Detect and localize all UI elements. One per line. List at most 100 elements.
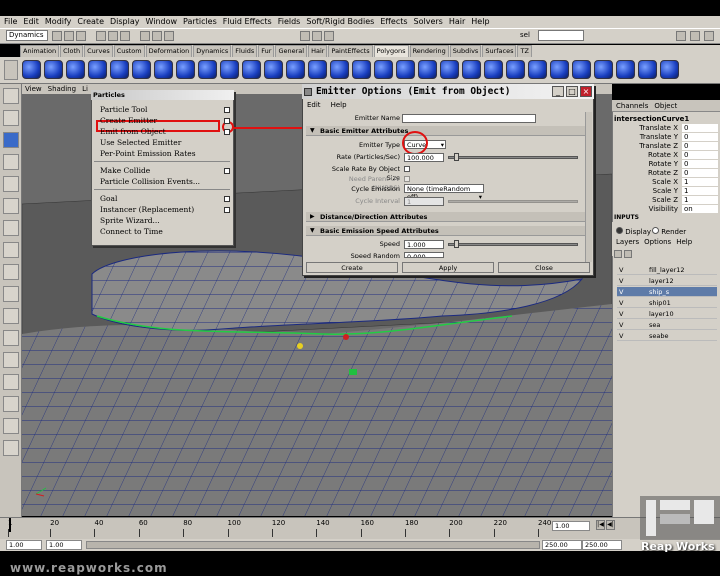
shelf-tool-icon[interactable] xyxy=(440,60,459,79)
shelf-tab-deformation[interactable]: Deformation xyxy=(145,45,193,57)
layer-menu-options[interactable]: Options xyxy=(644,238,671,246)
menu-window[interactable]: Window xyxy=(146,16,178,28)
speed-input[interactable]: 1.000 xyxy=(404,240,444,249)
shelf-tool-icon[interactable] xyxy=(220,60,239,79)
layer-row[interactable]: Vship01 xyxy=(617,298,717,308)
shelf-tool-icon[interactable] xyxy=(418,60,437,79)
shelf-tab-painteffects[interactable]: PaintEffects xyxy=(328,45,373,57)
show-modeling-icon[interactable] xyxy=(676,31,686,41)
channel-tab-channels[interactable]: Channels xyxy=(616,100,648,111)
close-window-button[interactable]: × xyxy=(580,86,592,97)
new-layer-icon[interactable] xyxy=(614,250,622,258)
channel-row[interactable]: Rotate Y 0 xyxy=(612,160,720,169)
channel-tab-object[interactable]: Object xyxy=(654,100,677,111)
channel-row[interactable]: Visibility on xyxy=(612,205,720,214)
shelf-tool-icon[interactable] xyxy=(110,60,129,79)
script-layout-icon[interactable] xyxy=(3,440,19,456)
particles-item-emit-from-object[interactable]: Emit from Object xyxy=(100,126,166,137)
menu-fields[interactable]: Fields xyxy=(278,16,301,28)
create-button[interactable]: Create xyxy=(306,262,398,273)
select-component-icon[interactable] xyxy=(120,31,130,41)
layer-visibility-toggle[interactable]: V xyxy=(619,298,623,308)
shelf-tab-rendering[interactable]: Rendering xyxy=(409,45,449,57)
select-object-icon[interactable] xyxy=(108,31,118,41)
option-box-icon[interactable] xyxy=(224,168,230,174)
shelf-tool-icon[interactable] xyxy=(66,60,85,79)
minimize-button[interactable]: _ xyxy=(552,86,564,97)
current-time-indicator[interactable] xyxy=(9,518,11,532)
selected-object-name[interactable]: intersectionCurve1 xyxy=(614,115,689,123)
shelf-menu-icon[interactable] xyxy=(4,60,18,80)
move-tool-icon[interactable] xyxy=(3,154,19,170)
viewport-menu-shading[interactable]: Shading xyxy=(48,84,76,94)
particles-item-connect-to-time[interactable]: Connect to Time xyxy=(100,226,163,237)
layer-row[interactable]: Vship_s xyxy=(617,287,717,297)
open-scene-icon[interactable] xyxy=(64,31,74,41)
shelf-tab-fur[interactable]: Fur xyxy=(258,45,275,57)
channel-row[interactable]: Translate Z 0 xyxy=(612,142,720,151)
shelf-tab-dynamics[interactable]: Dynamics xyxy=(193,45,232,57)
outliner-layout-icon[interactable] xyxy=(3,374,19,390)
shelf-tool-icon[interactable] xyxy=(264,60,283,79)
channel-row[interactable]: Rotate Z 0 xyxy=(612,169,720,178)
shelf-tool-icon[interactable] xyxy=(154,60,173,79)
shelf-tool-icon[interactable] xyxy=(506,60,525,79)
channel-row[interactable]: Rotate X 0 xyxy=(612,151,720,160)
apply-button[interactable]: Apply xyxy=(402,262,494,273)
close-button[interactable]: Close xyxy=(498,262,590,273)
shelf-tab-general[interactable]: General xyxy=(275,45,308,57)
channel-value[interactable]: 0 xyxy=(682,160,718,168)
menu-effects[interactable]: Effects xyxy=(380,16,407,28)
channel-value[interactable]: 0 xyxy=(682,124,718,132)
layer-row[interactable]: Vlayer12 xyxy=(617,276,717,286)
particles-item-goal[interactable]: Goal xyxy=(100,193,117,204)
basic-emitter-section[interactable]: ▼ Basic Emitter Attributes xyxy=(306,126,586,136)
go-start-icon[interactable]: |◀ xyxy=(596,520,605,530)
layer-menu-help[interactable]: Help xyxy=(676,238,692,246)
shelf-tool-icon[interactable] xyxy=(176,60,195,79)
menu-create[interactable]: Create xyxy=(77,16,104,28)
shelf-tool-icon[interactable] xyxy=(638,60,657,79)
shelf-tool-icon[interactable] xyxy=(594,60,613,79)
menu-file[interactable]: File xyxy=(4,16,17,28)
shelf-tool-icon[interactable] xyxy=(330,60,349,79)
shelf-tab-subdivs[interactable]: Subdivs xyxy=(449,45,482,57)
channel-value[interactable]: 0 xyxy=(682,142,718,150)
playback-start-field[interactable]: 1.00 xyxy=(46,540,82,550)
graph-layout-icon[interactable] xyxy=(3,396,19,412)
two-layout-icon[interactable] xyxy=(3,352,19,368)
cycle-interval-slider[interactable] xyxy=(448,200,578,203)
last-tool-icon[interactable] xyxy=(3,286,19,302)
channel-row[interactable]: Translate Y 0 xyxy=(612,133,720,142)
channel-row[interactable]: Scale X 1 xyxy=(612,178,720,187)
channel-value[interactable]: 0 xyxy=(682,133,718,141)
channel-value[interactable]: 0 xyxy=(682,169,718,177)
shelf-tool-icon[interactable] xyxy=(242,60,261,79)
manipulator-icon[interactable] xyxy=(3,220,19,236)
particles-item-create-emitter[interactable]: Create Emitter xyxy=(100,115,157,126)
layer-visibility-toggle[interactable]: V xyxy=(619,287,623,297)
emission-speed-section[interactable]: ▼ Basic Emission Speed Attributes xyxy=(306,226,586,236)
step-back-icon[interactable]: ◀| xyxy=(606,520,615,530)
selection-input[interactable] xyxy=(538,30,584,41)
menu-soft-rigid-bodies[interactable]: Soft/Rigid Bodies xyxy=(306,16,374,28)
single-layout-icon[interactable] xyxy=(3,308,19,324)
layer-row[interactable]: Vsea xyxy=(617,320,717,330)
channel-value[interactable]: 0 xyxy=(682,151,718,159)
option-box-icon[interactable] xyxy=(224,107,230,113)
layer-menu-layers[interactable]: Layers xyxy=(616,238,639,246)
layer-visibility-toggle[interactable]: V xyxy=(619,265,623,275)
viewport-menu-view[interactable]: View xyxy=(25,84,42,94)
inputs-label[interactable]: INPUTS xyxy=(614,214,718,221)
particles-item-particle-tool[interactable]: Particle Tool xyxy=(100,104,147,115)
shelf-tab-polygons[interactable]: Polygons xyxy=(373,45,409,57)
channel-row[interactable]: Scale Y 1 xyxy=(612,187,720,196)
show-channels-icon[interactable] xyxy=(704,31,714,41)
viewport-menu-li[interactable]: Li xyxy=(82,84,88,94)
shelf-tab-surfaces[interactable]: Surfaces xyxy=(482,45,517,57)
lasso-tool-icon[interactable] xyxy=(3,110,19,126)
shelf-tool-icon[interactable] xyxy=(352,60,371,79)
shelf-tool-icon[interactable] xyxy=(44,60,63,79)
speed-slider[interactable] xyxy=(448,243,578,246)
option-box-icon[interactable] xyxy=(224,196,230,202)
